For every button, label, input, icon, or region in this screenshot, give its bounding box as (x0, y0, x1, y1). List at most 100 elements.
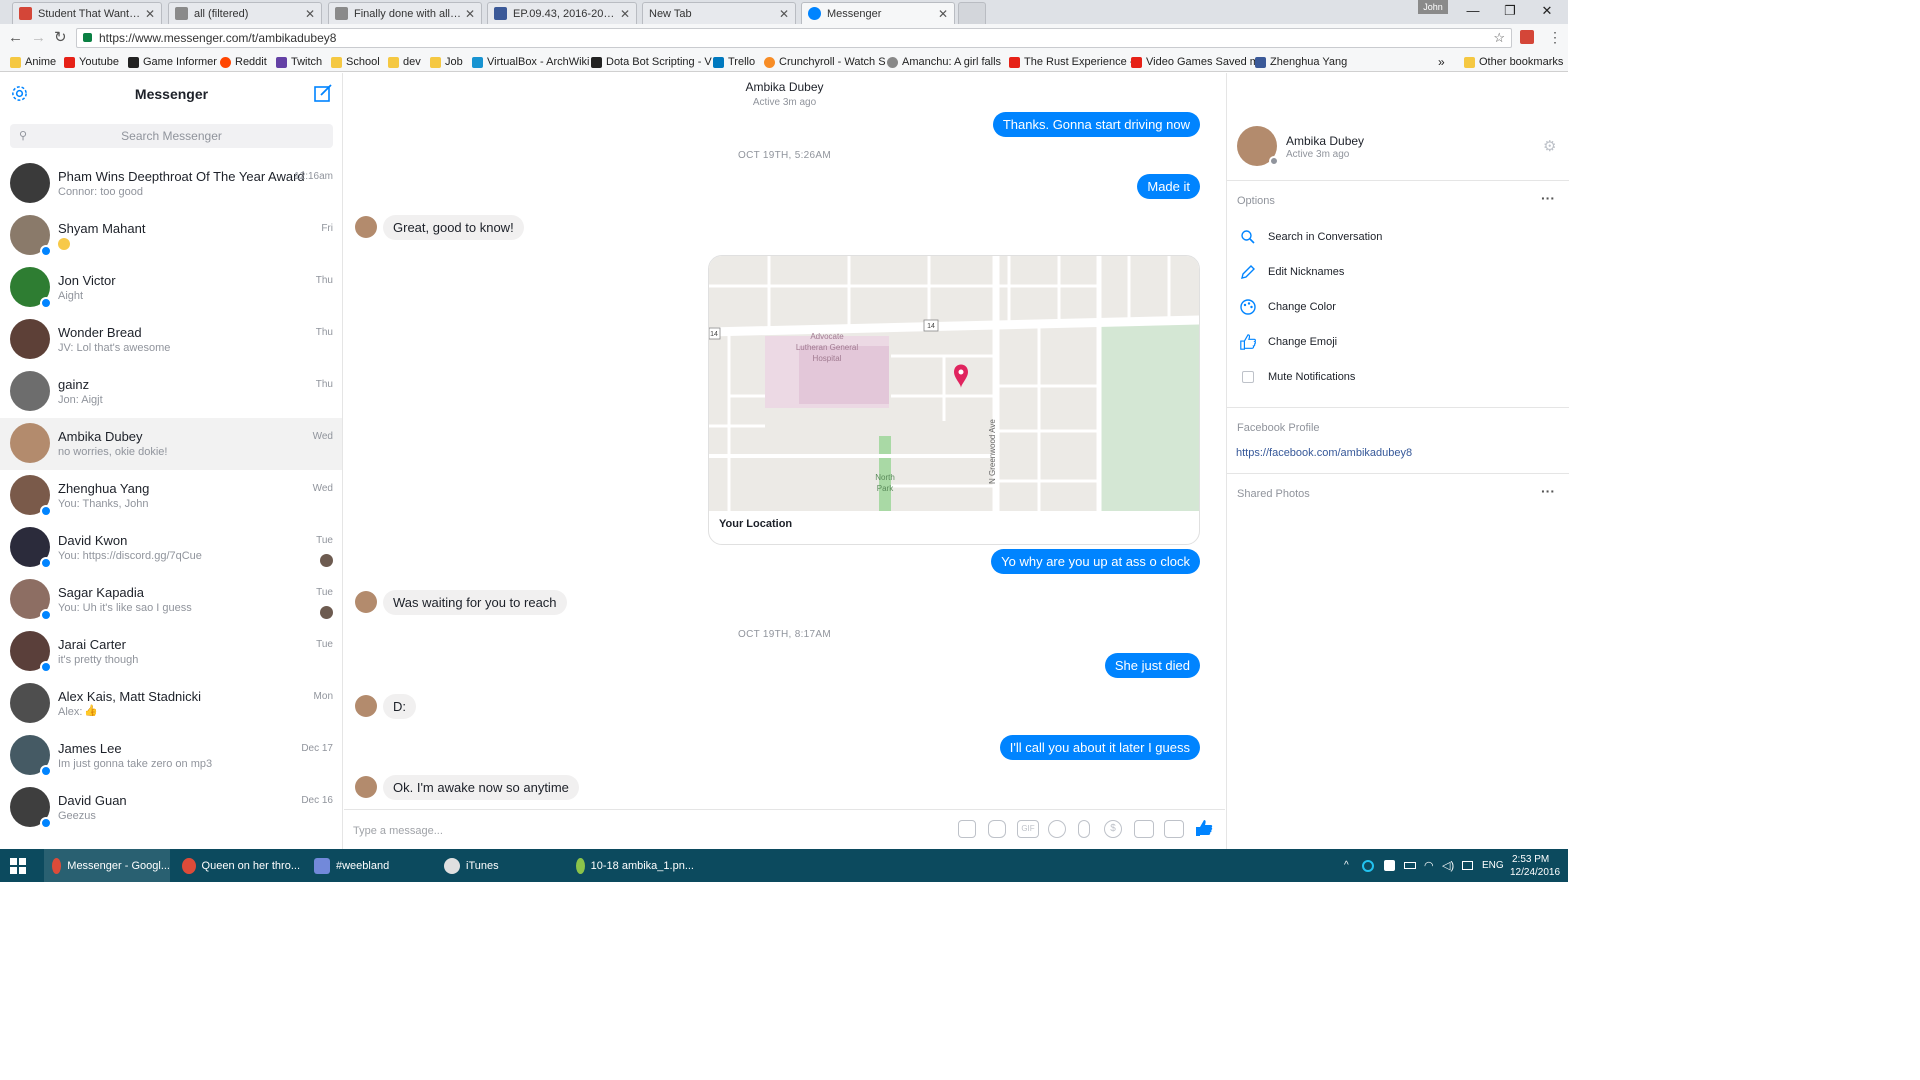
volume-icon[interactable]: ◁) (1442, 849, 1454, 882)
checkbox-icon[interactable] (1239, 368, 1257, 386)
conversation-snippet: You: Thanks, John (58, 498, 149, 510)
tray-app-icon[interactable] (1384, 849, 1398, 882)
tab-all-filtered[interactable]: all (filtered) ✕ (168, 2, 322, 24)
taskbar-item-messenger[interactable]: Messenger - Googl... (44, 849, 170, 882)
bookmark-dota[interactable]: Dota Bot Scripting - V (591, 54, 712, 70)
payment-icon[interactable]: $ (1104, 820, 1122, 838)
conversation-item[interactable]: David Kwon You: https://discord.gg/7qCue T… (0, 522, 342, 574)
conversation-item[interactable]: Jon Victor Aight Thu (0, 262, 342, 314)
location-map-card[interactable]: Advocate Lutheran General Hospital N Gre… (708, 255, 1200, 545)
conversation-item[interactable]: Shyam Mahant Fri (0, 210, 342, 262)
microphone-icon[interactable] (1078, 820, 1090, 838)
profile-button[interactable]: John (1418, 0, 1448, 14)
forward-icon[interactable]: → (31, 29, 46, 46)
battery-icon[interactable] (1404, 849, 1418, 882)
taskbar-item-itunes[interactable]: iTunes (436, 849, 562, 882)
show-hidden-icons[interactable]: ^ (1344, 849, 1349, 882)
bookmark-zhenghua[interactable]: Zhenghua Yang (1255, 54, 1347, 70)
reload-icon[interactable]: ↻ (54, 28, 67, 46)
bookmark-job[interactable]: Job (430, 54, 463, 70)
conversation-item[interactable]: David Guan Geezus Dec 16 (0, 782, 342, 834)
back-icon[interactable]: ← (8, 29, 23, 46)
taskbar-item-paint[interactable]: 10-18 ambika_1.pn... (568, 849, 694, 882)
language-indicator[interactable]: ENG (1482, 849, 1504, 882)
tab-gmail[interactable]: Student That Wants to Ta ✕ (12, 2, 162, 24)
clock-date[interactable]: 12/24/2016 (1510, 866, 1560, 878)
tab-new-tab[interactable]: New Tab ✕ (642, 2, 796, 24)
star-icon[interactable]: ☆ (1493, 29, 1505, 47)
svg-text:North: North (875, 473, 895, 482)
gmail-extension-icon[interactable] (1520, 30, 1534, 44)
conversation-item[interactable]: Jarai Carter it's pretty though Tue (0, 626, 342, 678)
bookmark-youtube[interactable]: Youtube (64, 54, 119, 70)
conversation-item[interactable]: Zhenghua Yang You: Thanks, John Wed (0, 470, 342, 522)
more-options-icon[interactable]: ··· (1541, 190, 1555, 206)
bookmark-virtualbox[interactable]: VirtualBox - ArchWiki (472, 54, 590, 70)
clock-time[interactable]: 2:53 PM (1512, 853, 1549, 865)
conversation-item[interactable]: Wonder Bread JV: Lol that's awesome Thu (0, 314, 342, 366)
search-input[interactable]: ⚲ Search Messenger (10, 124, 333, 148)
close-icon[interactable]: ✕ (779, 7, 789, 21)
close-icon[interactable]: ✕ (305, 7, 315, 21)
conversation-item[interactable]: Pham Wins Deepthroat Of The Year Award Co… (0, 158, 342, 210)
bookmark-reddit[interactable]: Reddit (220, 54, 267, 70)
conversation-item[interactable]: Sagar Kapadia You: Uh it's like sao I gue… (0, 574, 342, 626)
address-bar[interactable]: https://www.messenger.com/t/ambikadubey8… (76, 28, 1512, 48)
taskbar-item-discord[interactable]: #weebland (306, 849, 432, 882)
menu-icon[interactable]: ⋮ (1548, 29, 1562, 46)
emoji-icon (58, 238, 70, 250)
close-icon[interactable]: ✕ (465, 7, 475, 21)
conversation-snippet: Alex: (58, 706, 83, 718)
notification-icon[interactable] (1462, 849, 1476, 882)
window-close-icon[interactable]: ✕ (1527, 3, 1567, 19)
details-name: Ambika Dubey (1286, 134, 1365, 148)
option-search-in-conversation[interactable]: Search in Conversation (1239, 228, 1382, 246)
bookmark-school[interactable]: School (331, 54, 380, 70)
photo-icon[interactable] (958, 820, 976, 838)
facebook-profile-link[interactable]: https://facebook.com/ambikadubey8 (1236, 447, 1412, 459)
conversation-item[interactable]: Alex Kais, Matt Stadnicki Alex: Mon 👍 (0, 678, 342, 730)
conversation-item[interactable]: Ambika Dubey no worries, okie dokie! Wed (0, 418, 342, 470)
sticker-icon[interactable] (988, 820, 1006, 838)
tab-finally-done[interactable]: Finally done with all the ✕ (328, 2, 482, 24)
new-tab-button[interactable] (958, 2, 986, 24)
bookmark-crunchyroll[interactable]: Crunchyroll - Watch S (764, 54, 886, 70)
gif-icon[interactable]: GIF (1017, 820, 1039, 838)
maximize-icon[interactable]: ❐ (1490, 3, 1530, 19)
tab-ep[interactable]: EP.09.43, 2016-2017 Aca ✕ (487, 2, 637, 24)
bookmark-rust[interactable]: The Rust Experience - (1009, 54, 1133, 70)
gear-icon[interactable]: ⚙ (1543, 137, 1556, 155)
more-bookmarks-icon[interactable]: » (1438, 54, 1445, 70)
option-change-color[interactable]: Change Color (1239, 298, 1336, 316)
bookmark-anime[interactable]: Anime (10, 54, 56, 70)
bookmark-amanchu[interactable]: Amanchu: A girl falls (887, 54, 1001, 70)
bookmark-video-games[interactable]: Video Games Saved m (1131, 54, 1259, 70)
conversation-item[interactable]: gainz Jon: Aigjt Thu (0, 366, 342, 418)
game-icon[interactable] (1134, 820, 1154, 838)
close-icon[interactable]: ✕ (938, 7, 948, 21)
shared-photos-more-icon[interactable]: ··· (1541, 483, 1555, 499)
tray-app-icon[interactable] (1362, 849, 1376, 882)
conversation-item[interactable]: James Lee Im just gonna take zero on mp3 D… (0, 730, 342, 782)
message-input[interactable]: Type a message... (353, 825, 443, 837)
bookmark-dev[interactable]: dev (388, 54, 421, 70)
option-change-emoji[interactable]: Change Emoji (1239, 333, 1337, 351)
option-edit-nicknames[interactable]: Edit Nicknames (1239, 263, 1344, 281)
close-icon[interactable]: ✕ (620, 7, 630, 21)
thumbs-up-send-icon[interactable] (1194, 818, 1214, 841)
option-mute-notifications[interactable]: Mute Notifications (1239, 368, 1355, 386)
taskbar-item-queen[interactable]: Queen on her thro... (174, 849, 300, 882)
compose-icon[interactable] (313, 83, 333, 106)
wifi-icon[interactable]: ◠ (1424, 849, 1434, 882)
bookmark-other[interactable]: Other bookmarks (1464, 54, 1563, 70)
start-button[interactable] (10, 849, 26, 882)
close-icon[interactable]: ✕ (145, 7, 155, 21)
bookmark-trello[interactable]: Trello (713, 54, 755, 70)
minimize-icon[interactable]: — (1453, 3, 1493, 18)
emoji-icon[interactable] (1048, 820, 1066, 838)
camera-icon[interactable] (1164, 820, 1184, 838)
bookmark-game-informer[interactable]: Game Informer (128, 54, 217, 70)
chat-panel: Ambika Dubey Active 3m ago i Thanks. Gon… (344, 73, 1556, 849)
bookmark-twitch[interactable]: Twitch (276, 54, 322, 70)
tab-messenger[interactable]: Messenger ✕ (801, 2, 955, 24)
